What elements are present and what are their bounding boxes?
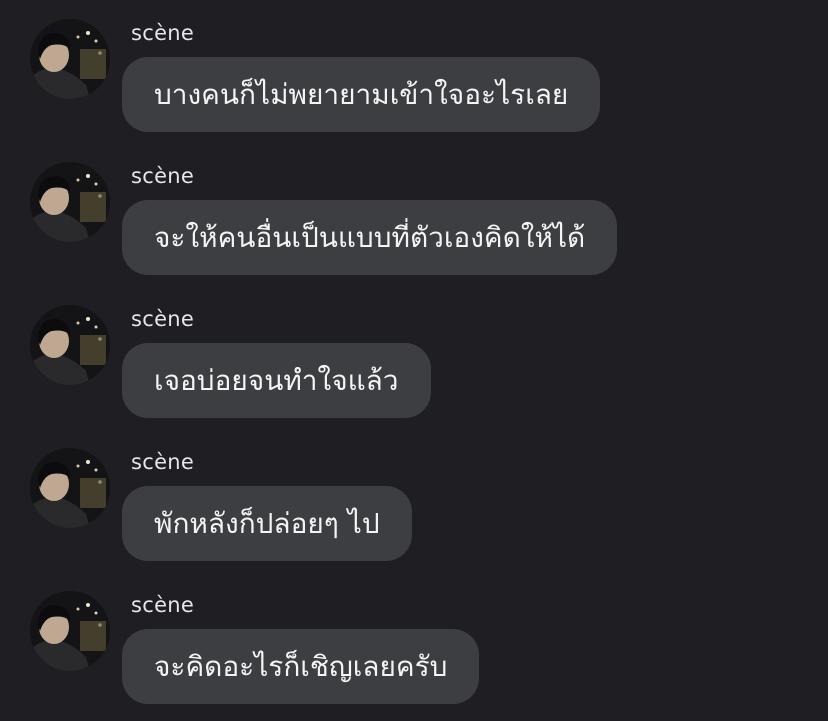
sender-name: scène [131,450,195,474]
avatar[interactable] [30,162,110,242]
avatar-image [30,305,110,385]
message-bubble[interactable]: พักหลังก็ปล่อยๆ ไป [122,486,412,561]
chat-thread: scène บางคนก็ไม่พยายามเข้าใจอะไรเลย scèn… [0,0,828,721]
message-group: scène จะคิดอะไรก็เชิญเลยครับ [0,591,828,721]
avatar[interactable] [30,305,110,385]
sender-name: scène [131,307,195,331]
message-bubble[interactable]: เจอบ่อยจนทำใจแล้ว [122,343,431,418]
avatar[interactable] [30,448,110,528]
message-group: scène พักหลังก็ปล่อยๆ ไป [0,448,828,591]
sender-name: scène [131,593,195,617]
avatar-image [30,448,110,528]
message-group: scène จะให้คนอื่นเป็นแบบที่ตัวเองคิดให้ไ… [0,162,828,305]
avatar-image [30,19,110,99]
message-group: scène บางคนก็ไม่พยายามเข้าใจอะไรเลย [0,19,828,162]
avatar-image [30,162,110,242]
message-bubble[interactable]: จะให้คนอื่นเป็นแบบที่ตัวเองคิดให้ได้ [122,200,618,275]
sender-name: scène [131,164,195,188]
avatar[interactable] [30,19,110,99]
avatar[interactable] [30,591,110,671]
avatar-image [30,591,110,671]
message-bubble[interactable]: จะคิดอะไรก็เชิญเลยครับ [122,629,480,704]
message-bubble[interactable]: บางคนก็ไม่พยายามเข้าใจอะไรเลย [122,57,601,132]
message-group: scène เจอบ่อยจนทำใจแล้ว [0,305,828,448]
sender-name: scène [131,21,195,45]
